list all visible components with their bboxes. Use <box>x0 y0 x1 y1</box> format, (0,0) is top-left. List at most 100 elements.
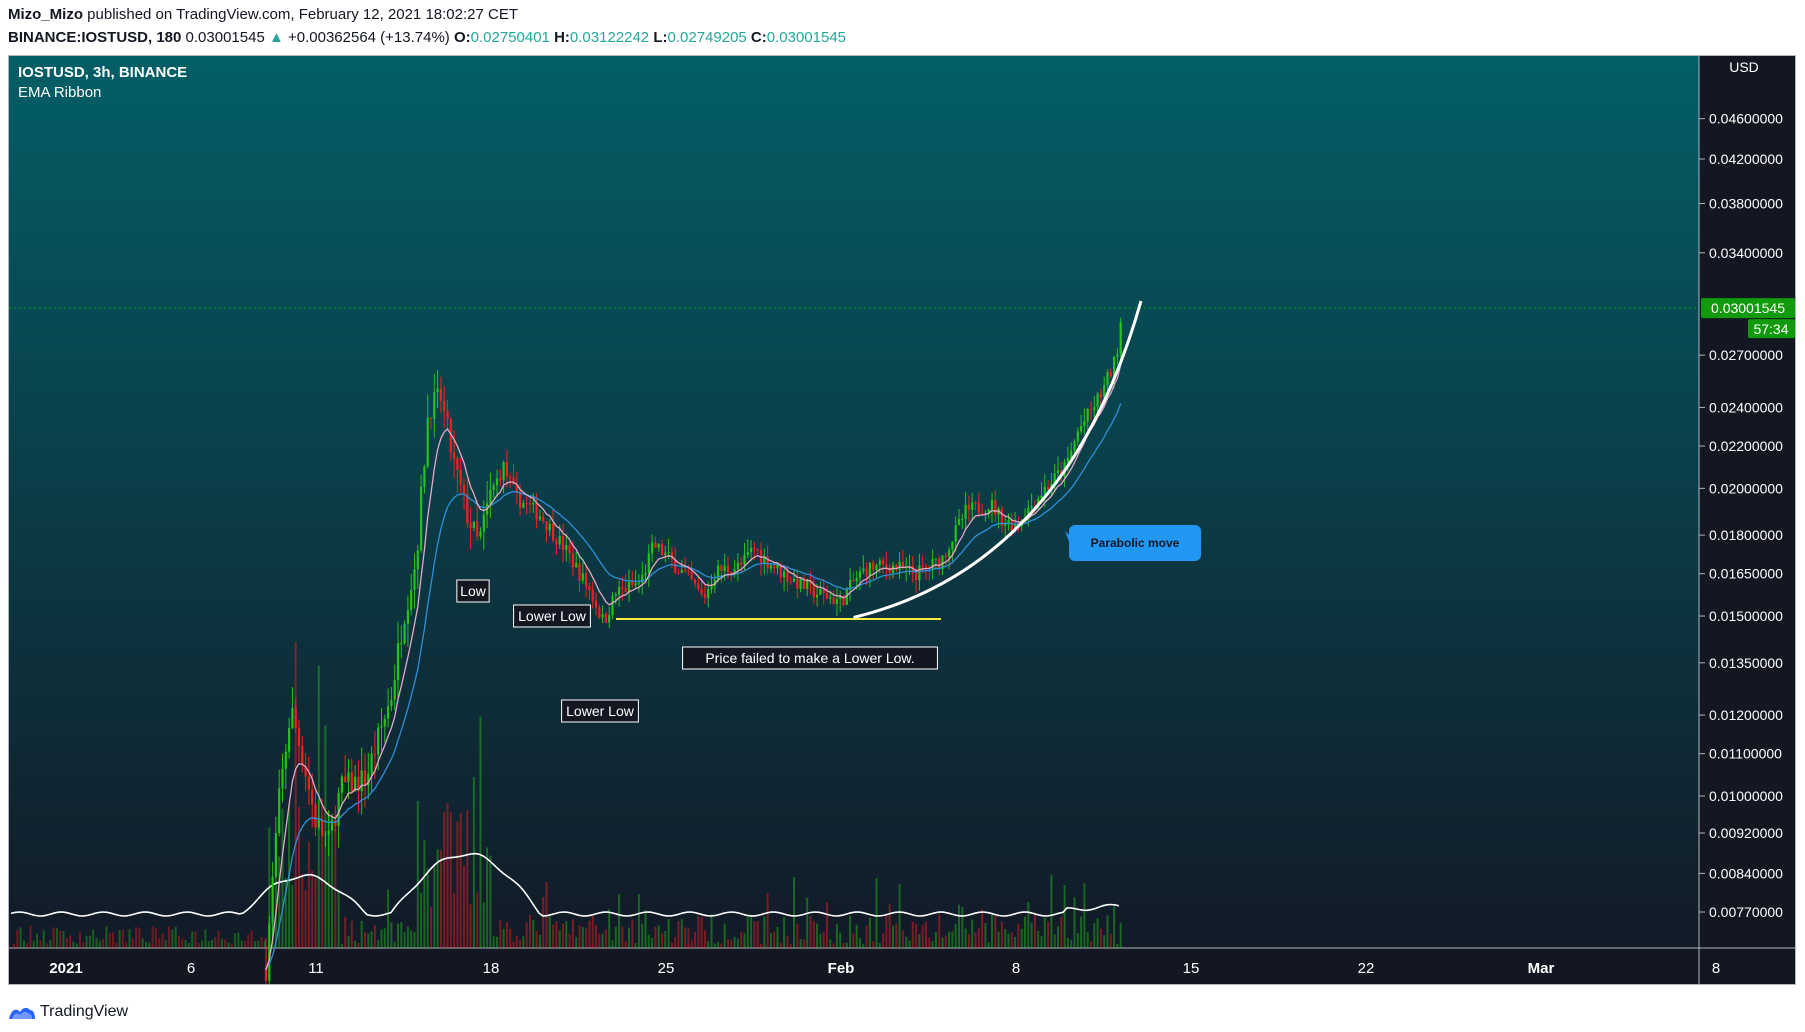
author-name[interactable]: Mizo_Mizo <box>8 6 83 23</box>
volume-bar <box>532 919 535 948</box>
annotation-parabolic[interactable]: Parabolic move <box>1065 525 1201 561</box>
candle-body <box>1070 450 1073 459</box>
price-label: 0.00920000 <box>1709 825 1783 841</box>
candle-body <box>601 614 604 618</box>
volume-bar <box>168 926 171 948</box>
candle-body <box>644 573 647 576</box>
volume-bar <box>340 943 343 948</box>
volume-bar <box>294 642 297 948</box>
volume-bar <box>201 940 204 948</box>
candle-body <box>495 478 499 486</box>
volume-bar <box>581 927 584 948</box>
volume-bar <box>85 935 88 948</box>
volume-bar <box>413 932 416 948</box>
candle-body <box>555 540 558 545</box>
close-value: 0.03001545 <box>766 29 846 46</box>
price-label: 0.00840000 <box>1709 865 1783 881</box>
volume-bar <box>1037 930 1040 948</box>
candle-body <box>271 876 274 924</box>
volume-bar <box>250 930 253 948</box>
volume-bar <box>62 930 65 948</box>
candle-body <box>862 568 865 572</box>
candle-body <box>1096 393 1099 408</box>
volume-bar <box>862 943 865 948</box>
volume-bar <box>181 939 184 948</box>
volume-bar <box>700 917 703 948</box>
volume-bar <box>237 932 240 948</box>
candle-body <box>651 542 654 554</box>
volume-bar <box>406 926 409 948</box>
volume-bar <box>1119 922 1122 948</box>
volume-bar <box>779 942 782 948</box>
volume-bar <box>301 874 304 948</box>
volume-bar <box>710 914 713 948</box>
volume-bar <box>430 907 432 948</box>
candle-body <box>948 549 951 558</box>
volume-bar <box>46 943 48 948</box>
candle-body <box>552 523 555 541</box>
volume-bar <box>1106 915 1109 948</box>
chart-canvas[interactable]: Low Lower Low Lower Low Price failed to mak… <box>9 56 1796 985</box>
svg-text:Lower Low: Lower Low <box>566 703 635 719</box>
volume-bar <box>687 928 690 948</box>
candle-body <box>657 544 660 548</box>
volume-bar <box>697 916 700 948</box>
candle-body <box>585 573 588 587</box>
candle-body <box>743 554 746 565</box>
volume-bar <box>49 939 52 948</box>
candle-body <box>291 707 294 728</box>
volume-bar <box>367 933 370 948</box>
candle-body <box>707 589 710 598</box>
indicator-name[interactable]: EMA Ribbon <box>18 84 101 101</box>
volume-bar <box>614 926 617 948</box>
tradingview-brand[interactable]: TradingView <box>40 1003 128 1021</box>
candle-body <box>627 581 631 592</box>
volume-bar <box>380 929 383 948</box>
volume-bar <box>449 812 452 948</box>
candle-body <box>571 553 574 568</box>
legend-title[interactable]: IOSTUSD, 3h, BINANCE <box>18 64 187 81</box>
volume-bar <box>456 821 459 948</box>
candle-body <box>502 462 505 481</box>
volume-bar <box>892 925 894 948</box>
price-label: 0.03800000 <box>1709 195 1783 211</box>
volume-bar <box>552 924 555 948</box>
volume-bar <box>525 922 528 948</box>
volume-bar <box>443 811 446 948</box>
annotation-lower-low-1[interactable]: Lower Low <box>513 604 591 628</box>
candle-body <box>1099 393 1102 398</box>
candle-body <box>311 789 314 805</box>
volume-bar <box>997 931 1000 948</box>
volume-bar <box>502 928 505 948</box>
annotation-low[interactable]: Low <box>456 579 490 603</box>
candle-body <box>542 516 545 522</box>
volume-bar <box>736 938 739 948</box>
volume-bar <box>595 924 597 948</box>
volume-bar <box>1109 933 1112 948</box>
volume-bar <box>647 934 650 948</box>
volume-bar <box>505 922 508 948</box>
price-chart[interactable]: Low Lower Low Lower Low Price failed to mak… <box>8 55 1796 985</box>
volume-bar <box>1066 937 1069 948</box>
annotation-failed[interactable]: Price failed to make a Lower Low. <box>682 646 938 670</box>
volume-bar <box>964 928 967 948</box>
volume-bar <box>707 940 710 948</box>
volume-bar <box>1116 943 1119 948</box>
volume-bar <box>925 922 927 948</box>
candle-body <box>944 555 947 558</box>
volume-bar <box>95 937 98 948</box>
volume-bar <box>125 942 128 948</box>
plot-area[interactable] <box>9 56 1699 948</box>
candle-body <box>994 500 997 515</box>
bar-countdown: 57:34 <box>1753 321 1788 337</box>
candle-body <box>654 542 657 548</box>
volume-bar <box>69 935 72 948</box>
annotation-lower-low-2[interactable]: Lower Low <box>561 699 639 723</box>
candle-body <box>977 502 980 513</box>
volume-bar <box>347 936 350 948</box>
volume-bar <box>19 927 22 948</box>
volume-bar <box>1096 918 1099 948</box>
volume-bar <box>257 940 260 948</box>
candle-body <box>476 521 479 537</box>
volume-bar <box>911 921 914 948</box>
